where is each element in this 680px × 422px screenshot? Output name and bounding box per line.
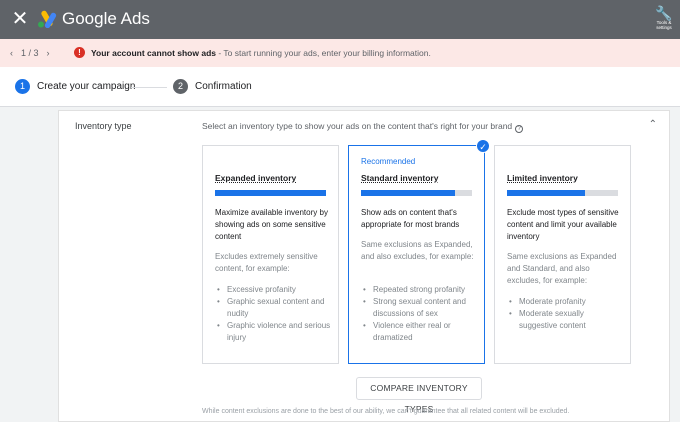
step-label: Confirmation bbox=[195, 80, 252, 92]
compare-inventory-types-button[interactable]: COMPARE INVENTORY TYPES bbox=[356, 377, 482, 414]
step-confirmation[interactable]: 2 Confirmation bbox=[173, 79, 252, 94]
inventory-level-fill bbox=[507, 190, 585, 196]
recommended-label: Recommended bbox=[361, 157, 416, 166]
step-create-campaign[interactable]: 1 Create your campaign bbox=[15, 79, 135, 94]
chevron-up-icon[interactable]: ⌃ bbox=[649, 119, 657, 130]
inventory-level-bar bbox=[507, 190, 618, 196]
card-description: Exclude most types of sensitive content … bbox=[507, 208, 619, 241]
card-title: Standard inventory bbox=[361, 173, 439, 183]
chevron-left-icon[interactable]: ‹ bbox=[10, 47, 13, 59]
exclusion-list: Moderate profanity Moderate sexually sug… bbox=[507, 296, 623, 332]
list-item: Graphic sexual content and nudity bbox=[215, 296, 331, 320]
list-item: Repeated strong profanity bbox=[361, 284, 477, 296]
wrench-icon: 🔧 bbox=[655, 5, 673, 21]
inventory-level-bar bbox=[361, 190, 472, 196]
inventory-footnote: While content exclusions are done to the… bbox=[202, 408, 570, 415]
step-number: 1 bbox=[15, 79, 30, 94]
limited-inventory-card[interactable]: Limited inventory Exclude most types of … bbox=[494, 145, 631, 364]
account-alert-banner: ‹ 1 / 3 › ! Your account cannot show ads… bbox=[0, 39, 680, 67]
error-icon: ! bbox=[74, 47, 85, 58]
step-connector bbox=[131, 87, 167, 88]
app-title: Google Ads bbox=[62, 9, 150, 28]
card-exclusions: Same exclusions as Expanded, and also ex… bbox=[361, 240, 474, 261]
tools-settings-button[interactable]: 🔧 Tools & settings bbox=[652, 6, 676, 30]
list-item: Excessive profanity bbox=[215, 284, 331, 296]
card-description: Maximize available inventory by showing … bbox=[215, 208, 328, 241]
expanded-inventory-card[interactable]: Expanded inventory Maximize available in… bbox=[202, 145, 339, 364]
inventory-type-description: Select an inventory type to show your ad… bbox=[202, 121, 524, 133]
campaign-stepper: 1 Create your campaign 2 Confirmation bbox=[0, 67, 680, 107]
card-exclusions: Same exclusions as Expanded and Standard… bbox=[507, 252, 617, 285]
inventory-level-bar bbox=[215, 190, 326, 196]
standard-inventory-card[interactable]: Recommended Standard inventory Show ads … bbox=[348, 145, 485, 364]
inventory-level-fill bbox=[361, 190, 456, 196]
card-title: Expanded inventory bbox=[215, 173, 297, 183]
step-number: 2 bbox=[173, 79, 188, 94]
google-ads-logo bbox=[38, 10, 57, 28]
exclusion-list: Repeated strong profanity Strong sexual … bbox=[361, 284, 477, 344]
tools-label: Tools & settings bbox=[656, 20, 672, 30]
list-item: Graphic violence and serious injury bbox=[215, 320, 331, 344]
inventory-description-text: Select an inventory type to show your ad… bbox=[202, 121, 513, 131]
inventory-type-label: Inventory type bbox=[75, 121, 132, 131]
list-item: Moderate profanity bbox=[507, 296, 623, 308]
chevron-right-icon[interactable]: › bbox=[47, 47, 50, 59]
list-item: Strong sexual content and discussions of… bbox=[361, 296, 477, 320]
close-icon[interactable]: ✕ bbox=[11, 9, 29, 29]
alert-title: Your account cannot show ads bbox=[91, 48, 216, 58]
card-description: Show ads on content that's appropriate f… bbox=[361, 208, 460, 229]
step-label: Create your campaign bbox=[37, 80, 136, 92]
list-item: Moderate sexually suggestive content bbox=[507, 308, 623, 332]
inventory-level-fill bbox=[215, 190, 326, 196]
card-exclusions: Excludes extremely sensitive content, fo… bbox=[215, 252, 318, 273]
selected-check-icon: ✓ bbox=[476, 139, 490, 153]
alert-pager: ‹ 1 / 3 › bbox=[10, 47, 50, 59]
alert-page-count: 1 / 3 bbox=[21, 48, 39, 58]
alert-text: Your account cannot show ads - To start … bbox=[91, 47, 431, 59]
exclusion-list: Excessive profanity Graphic sexual conte… bbox=[215, 284, 331, 344]
alert-message: - To start running your ads, enter your … bbox=[216, 48, 431, 58]
top-app-bar: ✕ Google Ads 🔧 Tools & settings bbox=[0, 0, 680, 39]
help-icon[interactable]: ? bbox=[515, 125, 524, 133]
left-gutter bbox=[0, 107, 58, 422]
list-item: Violence either real or dramatized bbox=[361, 320, 477, 344]
card-title: Limited inventory bbox=[507, 173, 578, 183]
